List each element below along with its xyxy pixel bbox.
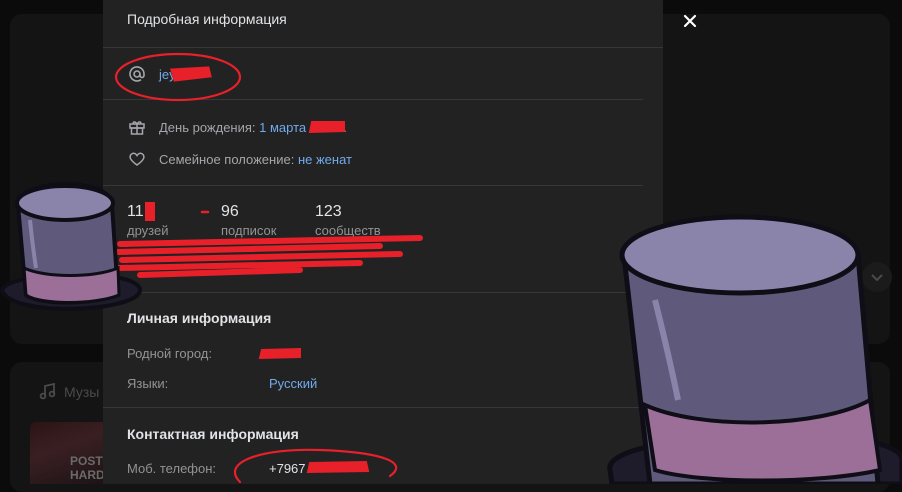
details-modal: Подробная информация jey День рождения: …	[103, 0, 663, 484]
modal-title: Подробная информация	[127, 11, 287, 27]
hometown-label: Родной город:	[127, 346, 212, 361]
personal-info-title: Личная информация	[127, 310, 272, 326]
divider	[103, 407, 643, 408]
background-chevron-button	[862, 262, 892, 292]
stat-label: сообществ	[315, 223, 381, 238]
phone-label: Моб. телефон:	[127, 461, 217, 476]
stat-label: друзей	[127, 223, 169, 238]
stat-friends[interactable]: 11 друзей	[127, 203, 168, 238]
background-album-thumbnail: POST HARD COR	[30, 422, 110, 484]
family-label: Семейное положение:	[159, 151, 295, 167]
stat-subscriptions[interactable]: 96 подписок	[221, 203, 276, 238]
family-row: Семейное положение: не женат	[127, 149, 352, 169]
username-row: jey	[127, 64, 176, 84]
languages-value[interactable]: Русский	[269, 376, 317, 391]
divider	[103, 99, 643, 100]
stat-communities[interactable]: 123 сообществ	[315, 203, 381, 238]
gift-icon	[127, 117, 147, 137]
divider	[103, 185, 643, 186]
birthday-row: День рождения: 1 марта г.	[127, 117, 347, 137]
contact-info-title: Контактная информация	[127, 426, 299, 442]
stat-label: подписок	[221, 223, 277, 238]
album-thumbnail-text: POST HARD COR	[70, 454, 105, 484]
close-icon	[683, 14, 697, 28]
username-link[interactable]: jey	[159, 67, 176, 82]
at-icon	[127, 64, 147, 84]
phone-value: +7967	[269, 461, 306, 476]
music-icon	[39, 382, 56, 400]
heart-icon	[127, 149, 147, 169]
background-music-label: Музы	[64, 384, 100, 400]
birthday-label: День рождения:	[159, 119, 256, 135]
languages-label: Языки:	[127, 376, 169, 391]
stat-number: 11	[127, 203, 144, 220]
birthday-suffix: г.	[340, 119, 347, 135]
stat-number: 123	[315, 203, 342, 220]
close-button[interactable]	[677, 8, 703, 34]
family-value[interactable]: не женат	[298, 152, 352, 167]
stat-number: 96	[221, 203, 239, 220]
birthday-value[interactable]: 1 марта	[259, 120, 306, 135]
modal-header: Подробная информация	[103, 0, 663, 48]
divider	[103, 292, 643, 293]
chevron-down-icon	[871, 274, 883, 282]
